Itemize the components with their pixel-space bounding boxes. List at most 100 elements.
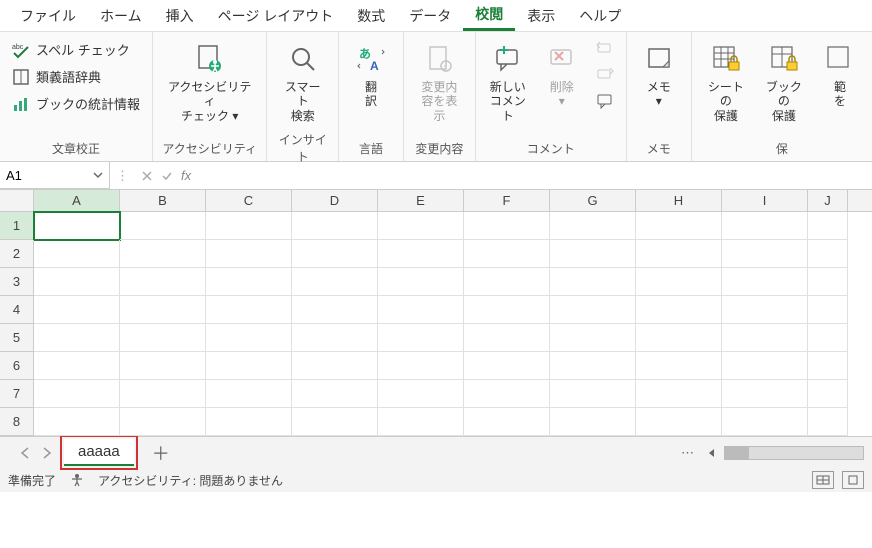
cell[interactable] <box>378 324 464 352</box>
cell[interactable] <box>120 296 206 324</box>
cell[interactable] <box>34 352 120 380</box>
cell[interactable] <box>292 240 378 268</box>
cell[interactable] <box>206 352 292 380</box>
cell[interactable] <box>636 268 722 296</box>
fx-label[interactable]: fx <box>181 168 191 183</box>
smart-lookup-button[interactable]: スマート検索 <box>275 38 330 127</box>
cell[interactable] <box>550 380 636 408</box>
cell[interactable] <box>722 408 808 436</box>
cell[interactable] <box>120 240 206 268</box>
cell[interactable] <box>206 240 292 268</box>
cell[interactable] <box>120 352 206 380</box>
col-header-c[interactable]: C <box>206 190 292 211</box>
cell[interactable] <box>34 380 120 408</box>
col-header-j[interactable]: J <box>808 190 848 211</box>
cell[interactable] <box>292 352 378 380</box>
col-header-e[interactable]: E <box>378 190 464 211</box>
cell[interactable] <box>206 408 292 436</box>
menu-formulas[interactable]: 数式 <box>345 2 397 30</box>
col-header-a[interactable]: A <box>34 190 120 211</box>
cell[interactable] <box>378 352 464 380</box>
scroll-left-icon[interactable] <box>706 447 716 459</box>
row-header-4[interactable]: 4 <box>0 296 34 324</box>
next-comment-button[interactable] <box>592 64 618 86</box>
cell[interactable] <box>206 212 292 240</box>
menu-data[interactable]: データ <box>397 2 463 30</box>
cell[interactable] <box>34 408 120 436</box>
cell[interactable] <box>722 352 808 380</box>
cell[interactable] <box>808 296 848 324</box>
spell-check-button[interactable]: abc スペル チェック <box>8 38 144 61</box>
cell[interactable] <box>808 324 848 352</box>
cell[interactable] <box>120 408 206 436</box>
row-header-7[interactable]: 7 <box>0 380 34 408</box>
menu-view[interactable]: 表示 <box>515 2 567 30</box>
ellipsis-icon[interactable]: ⋮ <box>110 168 135 184</box>
cell[interactable] <box>378 240 464 268</box>
cell[interactable] <box>34 296 120 324</box>
thesaurus-button[interactable]: 類義語辞典 <box>8 65 144 88</box>
horizontal-scrollbar[interactable] <box>724 446 864 460</box>
show-changes-button[interactable]: 変更内容を表示 <box>412 38 467 127</box>
view-page-layout-button[interactable] <box>842 471 864 489</box>
cell[interactable] <box>34 268 120 296</box>
view-normal-button[interactable] <box>812 471 834 489</box>
col-header-i[interactable]: I <box>722 190 808 211</box>
cell[interactable] <box>292 324 378 352</box>
cell[interactable] <box>550 268 636 296</box>
menu-insert[interactable]: 挿入 <box>154 2 206 30</box>
cell[interactable] <box>464 240 550 268</box>
cell[interactable] <box>722 212 808 240</box>
cell[interactable] <box>34 324 120 352</box>
menu-home[interactable]: ホーム <box>88 2 154 30</box>
cell[interactable] <box>206 380 292 408</box>
protect-sheet-button[interactable]: シートの保護 <box>700 38 752 127</box>
cell[interactable] <box>206 268 292 296</box>
cell[interactable] <box>464 296 550 324</box>
enter-formula-icon[interactable] <box>161 170 173 182</box>
cell[interactable] <box>636 296 722 324</box>
menu-review[interactable]: 校閲 <box>463 0 515 31</box>
cell[interactable] <box>808 380 848 408</box>
cell[interactable] <box>636 240 722 268</box>
cell[interactable] <box>206 324 292 352</box>
cell[interactable] <box>808 240 848 268</box>
cell[interactable] <box>34 240 120 268</box>
cell[interactable] <box>550 352 636 380</box>
cell[interactable] <box>636 380 722 408</box>
chevron-down-icon[interactable] <box>93 170 103 180</box>
name-box[interactable] <box>0 162 110 189</box>
cell[interactable] <box>808 212 848 240</box>
sheet-tab-active[interactable]: aaaaa <box>64 439 134 466</box>
sheet-nav-next-icon[interactable] <box>42 447 52 459</box>
cell[interactable] <box>636 408 722 436</box>
cell[interactable] <box>636 352 722 380</box>
cell[interactable] <box>378 296 464 324</box>
scrollbar-thumb[interactable] <box>725 447 749 459</box>
cell[interactable] <box>464 380 550 408</box>
cell[interactable] <box>722 380 808 408</box>
cell[interactable] <box>120 212 206 240</box>
cell[interactable] <box>206 296 292 324</box>
cell[interactable] <box>120 380 206 408</box>
cell[interactable] <box>722 268 808 296</box>
name-box-input[interactable] <box>6 168 76 183</box>
select-all-corner[interactable] <box>0 190 34 211</box>
cell[interactable] <box>464 212 550 240</box>
sheet-tab-options[interactable]: ⋯ <box>669 445 706 461</box>
show-comments-button[interactable] <box>592 90 618 112</box>
col-header-b[interactable]: B <box>120 190 206 211</box>
cell[interactable] <box>636 324 722 352</box>
row-header-3[interactable]: 3 <box>0 268 34 296</box>
formula-input[interactable] <box>197 162 872 189</box>
cell[interactable] <box>292 268 378 296</box>
row-header-6[interactable]: 6 <box>0 352 34 380</box>
cell[interactable] <box>464 324 550 352</box>
translate-button[interactable]: あA 翻訳 <box>347 38 395 113</box>
cell[interactable] <box>464 352 550 380</box>
menu-help[interactable]: ヘルプ <box>567 2 633 30</box>
col-header-h[interactable]: H <box>636 190 722 211</box>
cell[interactable] <box>550 212 636 240</box>
cancel-formula-icon[interactable] <box>141 170 153 182</box>
cell[interactable] <box>636 212 722 240</box>
